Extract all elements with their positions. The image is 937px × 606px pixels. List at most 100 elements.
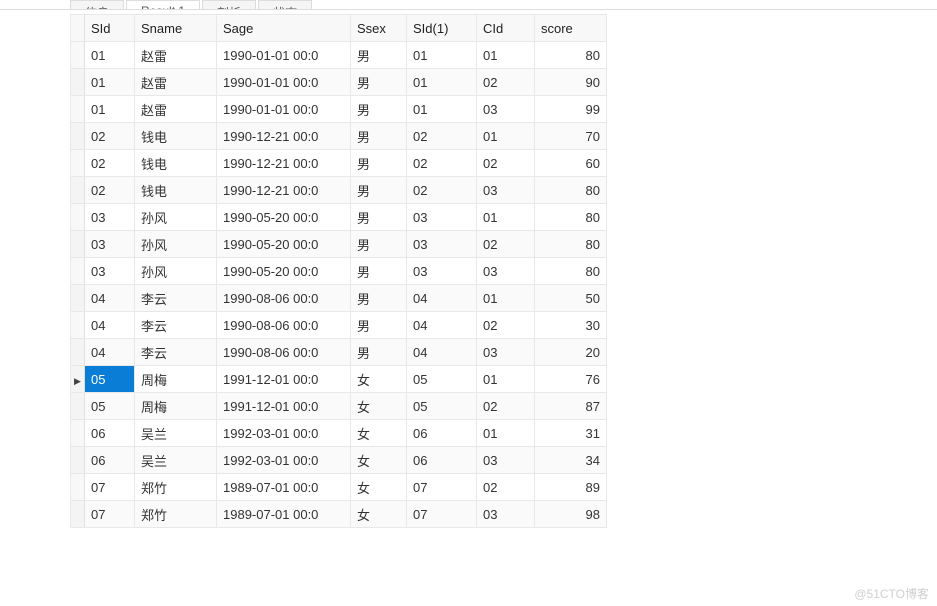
cell-cid[interactable]: 03 (477, 447, 535, 474)
row-header[interactable] (71, 312, 85, 339)
cell-sid1[interactable]: 04 (407, 285, 477, 312)
cell-ssex[interactable]: 女 (351, 420, 407, 447)
col-header-ssex[interactable]: Ssex (351, 15, 407, 42)
cell-sid1[interactable]: 01 (407, 42, 477, 69)
cell-ssex[interactable]: 女 (351, 393, 407, 420)
row-header[interactable]: ▶ (71, 366, 85, 393)
cell-sage[interactable]: 1990-05-20 00:0 (217, 258, 351, 285)
cell-sname[interactable]: 赵雷 (135, 42, 217, 69)
result-grid[interactable]: SId Sname Sage Ssex SId(1) CId score 01赵… (70, 14, 607, 528)
cell-sname[interactable]: 周梅 (135, 393, 217, 420)
cell-sname[interactable]: 郑竹 (135, 501, 217, 528)
col-header-sid[interactable]: SId (85, 15, 135, 42)
row-header[interactable] (71, 474, 85, 501)
cell-sid[interactable]: 03 (85, 204, 135, 231)
cell-cid[interactable]: 01 (477, 123, 535, 150)
cell-cid[interactable]: 01 (477, 204, 535, 231)
cell-score[interactable]: 80 (535, 258, 607, 285)
cell-cid[interactable]: 03 (477, 501, 535, 528)
cell-cid[interactable]: 03 (477, 258, 535, 285)
cell-cid[interactable]: 02 (477, 393, 535, 420)
table-row[interactable]: 07郑竹1989-07-01 00:0女070398 (71, 501, 607, 528)
table-row[interactable]: 02钱电1990-12-21 00:0男020260 (71, 150, 607, 177)
cell-sage[interactable]: 1990-01-01 00:0 (217, 42, 351, 69)
cell-sid1[interactable]: 06 (407, 420, 477, 447)
cell-sid1[interactable]: 03 (407, 204, 477, 231)
cell-sid[interactable]: 01 (85, 96, 135, 123)
cell-score[interactable]: 50 (535, 285, 607, 312)
cell-cid[interactable]: 01 (477, 420, 535, 447)
cell-sage[interactable]: 1990-08-06 00:0 (217, 339, 351, 366)
cell-ssex[interactable]: 男 (351, 123, 407, 150)
cell-score[interactable]: 89 (535, 474, 607, 501)
cell-sid[interactable]: 01 (85, 42, 135, 69)
tab-3[interactable]: 状态 (258, 0, 312, 9)
cell-cid[interactable]: 03 (477, 339, 535, 366)
cell-sname[interactable]: 赵雷 (135, 69, 217, 96)
cell-sid1[interactable]: 01 (407, 96, 477, 123)
cell-score[interactable]: 80 (535, 231, 607, 258)
cell-sid1[interactable]: 02 (407, 150, 477, 177)
row-header[interactable] (71, 96, 85, 123)
row-header[interactable] (71, 150, 85, 177)
cell-sage[interactable]: 1990-08-06 00:0 (217, 285, 351, 312)
cell-sid[interactable]: 06 (85, 447, 135, 474)
tab-1[interactable]: Result 1 (126, 0, 200, 9)
cell-cid[interactable]: 03 (477, 177, 535, 204)
cell-ssex[interactable]: 男 (351, 177, 407, 204)
cell-sid[interactable]: 02 (85, 123, 135, 150)
cell-sname[interactable]: 孙风 (135, 204, 217, 231)
cell-sid[interactable]: 04 (85, 285, 135, 312)
table-row[interactable]: 03孙风1990-05-20 00:0男030380 (71, 258, 607, 285)
table-row[interactable]: 07郑竹1989-07-01 00:0女070289 (71, 474, 607, 501)
cell-sname[interactable]: 吴兰 (135, 420, 217, 447)
cell-ssex[interactable]: 男 (351, 150, 407, 177)
cell-ssex[interactable]: 男 (351, 204, 407, 231)
table-row[interactable]: 02钱电1990-12-21 00:0男020380 (71, 177, 607, 204)
cell-cid[interactable]: 03 (477, 96, 535, 123)
cell-sid[interactable]: 03 (85, 258, 135, 285)
cell-ssex[interactable]: 男 (351, 69, 407, 96)
cell-sid1[interactable]: 01 (407, 69, 477, 96)
table-row[interactable]: 03孙风1990-05-20 00:0男030180 (71, 204, 607, 231)
row-header[interactable] (71, 447, 85, 474)
cell-cid[interactable]: 01 (477, 366, 535, 393)
cell-score[interactable]: 34 (535, 447, 607, 474)
row-header[interactable] (71, 123, 85, 150)
table-row[interactable]: ▶05周梅1991-12-01 00:0女050176 (71, 366, 607, 393)
row-header[interactable] (71, 501, 85, 528)
col-header-sname[interactable]: Sname (135, 15, 217, 42)
cell-score[interactable]: 30 (535, 312, 607, 339)
cell-sage[interactable]: 1990-12-21 00:0 (217, 150, 351, 177)
cell-sid[interactable]: 03 (85, 231, 135, 258)
cell-sname[interactable]: 孙风 (135, 231, 217, 258)
table-row[interactable]: 06吴兰1992-03-01 00:0女060334 (71, 447, 607, 474)
cell-sname[interactable]: 吴兰 (135, 447, 217, 474)
cell-sage[interactable]: 1990-12-21 00:0 (217, 177, 351, 204)
cell-sage[interactable]: 1991-12-01 00:0 (217, 366, 351, 393)
cell-ssex[interactable]: 男 (351, 285, 407, 312)
cell-sid[interactable]: 02 (85, 177, 135, 204)
cell-ssex[interactable]: 女 (351, 366, 407, 393)
cell-score[interactable]: 99 (535, 96, 607, 123)
cell-sid[interactable]: 05 (85, 393, 135, 420)
col-header-sage[interactable]: Sage (217, 15, 351, 42)
cell-cid[interactable]: 02 (477, 69, 535, 96)
cell-score[interactable]: 90 (535, 69, 607, 96)
cell-sname[interactable]: 赵雷 (135, 96, 217, 123)
table-row[interactable]: 02钱电1990-12-21 00:0男020170 (71, 123, 607, 150)
cell-score[interactable]: 60 (535, 150, 607, 177)
cell-cid[interactable]: 02 (477, 150, 535, 177)
cell-sage[interactable]: 1992-03-01 00:0 (217, 420, 351, 447)
row-header[interactable] (71, 420, 85, 447)
table-row[interactable]: 04李云1990-08-06 00:0男040230 (71, 312, 607, 339)
cell-sid1[interactable]: 02 (407, 123, 477, 150)
row-header[interactable] (71, 258, 85, 285)
cell-sid1[interactable]: 04 (407, 339, 477, 366)
cell-sname[interactable]: 钱电 (135, 123, 217, 150)
cell-sage[interactable]: 1990-05-20 00:0 (217, 231, 351, 258)
cell-sid1[interactable]: 03 (407, 258, 477, 285)
cell-sid[interactable]: 07 (85, 501, 135, 528)
cell-sid[interactable]: 07 (85, 474, 135, 501)
col-header-sid1[interactable]: SId(1) (407, 15, 477, 42)
